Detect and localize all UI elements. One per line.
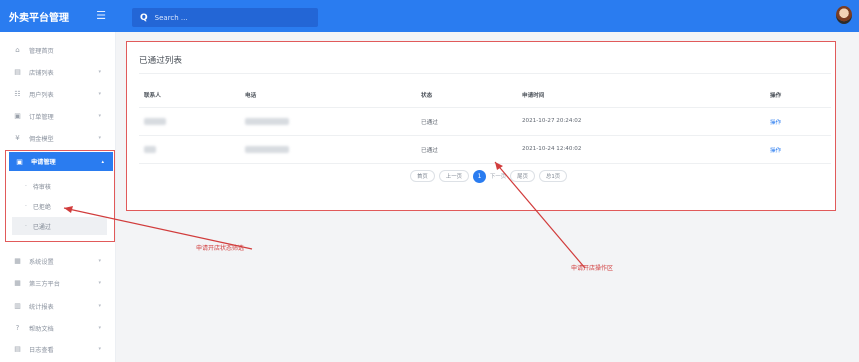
contact-redacted [144, 118, 166, 125]
sidebar-item-label: 用户列表 [29, 91, 54, 99]
thirdparty-icon: ▦ [14, 279, 21, 287]
last-page-button[interactable]: 尾页 [510, 170, 535, 182]
apply-time-value: 2021-10-27 20:24:02 [522, 118, 582, 124]
log-icon: ▤ [14, 345, 21, 353]
action-link[interactable]: 操作 [770, 118, 781, 126]
sidebar-item-users[interactable]: ☷ 用户列表 ▾ [0, 84, 116, 104]
users-icon: ☷ [14, 90, 21, 98]
chevron-down-icon: ▾ [98, 303, 101, 309]
col-header-action: 操作 [770, 93, 782, 99]
avatar[interactable] [836, 6, 852, 24]
contact-redacted [144, 146, 156, 153]
search-placeholder: Search ... [154, 13, 188, 22]
sidebar-item-commission[interactable]: ¥ 佣金模型 ▾ [0, 128, 116, 148]
help-icon: ? [15, 324, 20, 332]
next-page-button[interactable]: 下一页 [490, 172, 506, 180]
sidebar-item-help[interactable]: ? 帮助文档 ▾ [0, 318, 116, 338]
sidebar-item-reports[interactable]: ▥ 统计报表 ▾ [0, 296, 116, 316]
home-icon: ⌂ [15, 46, 20, 54]
chevron-down-icon: ▾ [98, 135, 101, 141]
divider [139, 135, 831, 136]
pagination: 首页 上一页 1 下一页 尾页 总1页 [410, 169, 571, 183]
store-icon: ▤ [14, 68, 21, 76]
status-value: 已通过 [421, 120, 438, 126]
topbar: Q Search ... [116, 0, 859, 32]
sidebar-item-label: 帮助文档 [29, 325, 54, 333]
status-value: 已通过 [421, 148, 438, 154]
app-brand: 外卖平台管理 ☰ [0, 0, 116, 32]
search-input[interactable]: Q Search ... [132, 8, 318, 27]
chevron-down-icon: ▾ [98, 91, 101, 97]
chevron-down-icon: ▾ [98, 69, 101, 75]
total-pages: 总1页 [538, 170, 568, 182]
phone-redacted [245, 146, 289, 153]
bar-chart-icon: ▥ [14, 302, 21, 310]
chevron-down-icon: ▾ [98, 325, 101, 331]
search-icon: Q [140, 12, 148, 23]
settings-grid-icon: ▦ [14, 257, 21, 265]
sidebar-item-home[interactable]: ⌂ 管理首页 [0, 40, 116, 60]
card-title: 已通过列表 [139, 56, 182, 66]
sidebar-item-label: 管理首页 [29, 47, 54, 55]
yen-icon: ¥ [15, 134, 20, 142]
col-header-status: 状态 [421, 93, 433, 99]
divider [139, 163, 831, 164]
sidebar-item-logs[interactable]: ▤ 日志查看 ▾ [0, 339, 116, 359]
apply-time-value: 2021-10-24 12:40:02 [522, 146, 582, 152]
sidebar-item-label: 统计报表 [29, 303, 54, 311]
sidebar-item-label: 日志查看 [29, 346, 54, 354]
col-header-contact: 联系人 [144, 93, 161, 99]
first-page-button[interactable]: 首页 [410, 170, 435, 182]
order-icon: ▣ [14, 112, 21, 120]
chevron-down-icon: ▾ [98, 113, 101, 119]
sidebar-item-settings[interactable]: ▦ 系统设置 ▾ [0, 251, 116, 271]
divider [139, 73, 831, 74]
current-page[interactable]: 1 [472, 169, 486, 183]
action-link[interactable]: 操作 [770, 146, 781, 154]
hamburger-icon[interactable]: ☰ [96, 9, 106, 22]
sidebar-item-orders[interactable]: ▣ 订单管理 ▾ [0, 106, 116, 126]
chevron-down-icon: ▾ [98, 280, 101, 286]
sidebar-item-label: 佣金模型 [29, 135, 54, 143]
col-header-phone: 电话 [245, 93, 257, 99]
chevron-down-icon: ▾ [98, 346, 101, 352]
approved-list-card: 已通过列表 联系人 电话 状态 申请时间 操作 已通过 2021-10-27 2… [126, 41, 836, 211]
chevron-down-icon: ▾ [98, 258, 101, 264]
annotation-left-label: 申请开店状态筛选 [196, 245, 245, 252]
sidebar-item-label: 店铺列表 [29, 69, 54, 77]
sidebar-item-label: 订单管理 [29, 113, 54, 121]
app-title: 外卖平台管理 [9, 12, 69, 24]
phone-redacted [245, 118, 289, 125]
divider [139, 107, 831, 108]
sidebar-item-label: 第三方平台 [29, 280, 60, 288]
sidebar-item-stores[interactable]: ▤ 店铺列表 ▾ [0, 62, 116, 82]
prev-page-button[interactable]: 上一页 [438, 170, 469, 182]
sidebar-item-label: 系统设置 [29, 258, 54, 266]
sidebar-item-thirdparty[interactable]: ▦ 第三方平台 ▾ [0, 273, 116, 293]
col-header-time: 申请时间 [522, 93, 545, 99]
sidebar-highlight-box [5, 150, 115, 242]
annotation-right-label: 申请开店操作区 [571, 265, 614, 272]
